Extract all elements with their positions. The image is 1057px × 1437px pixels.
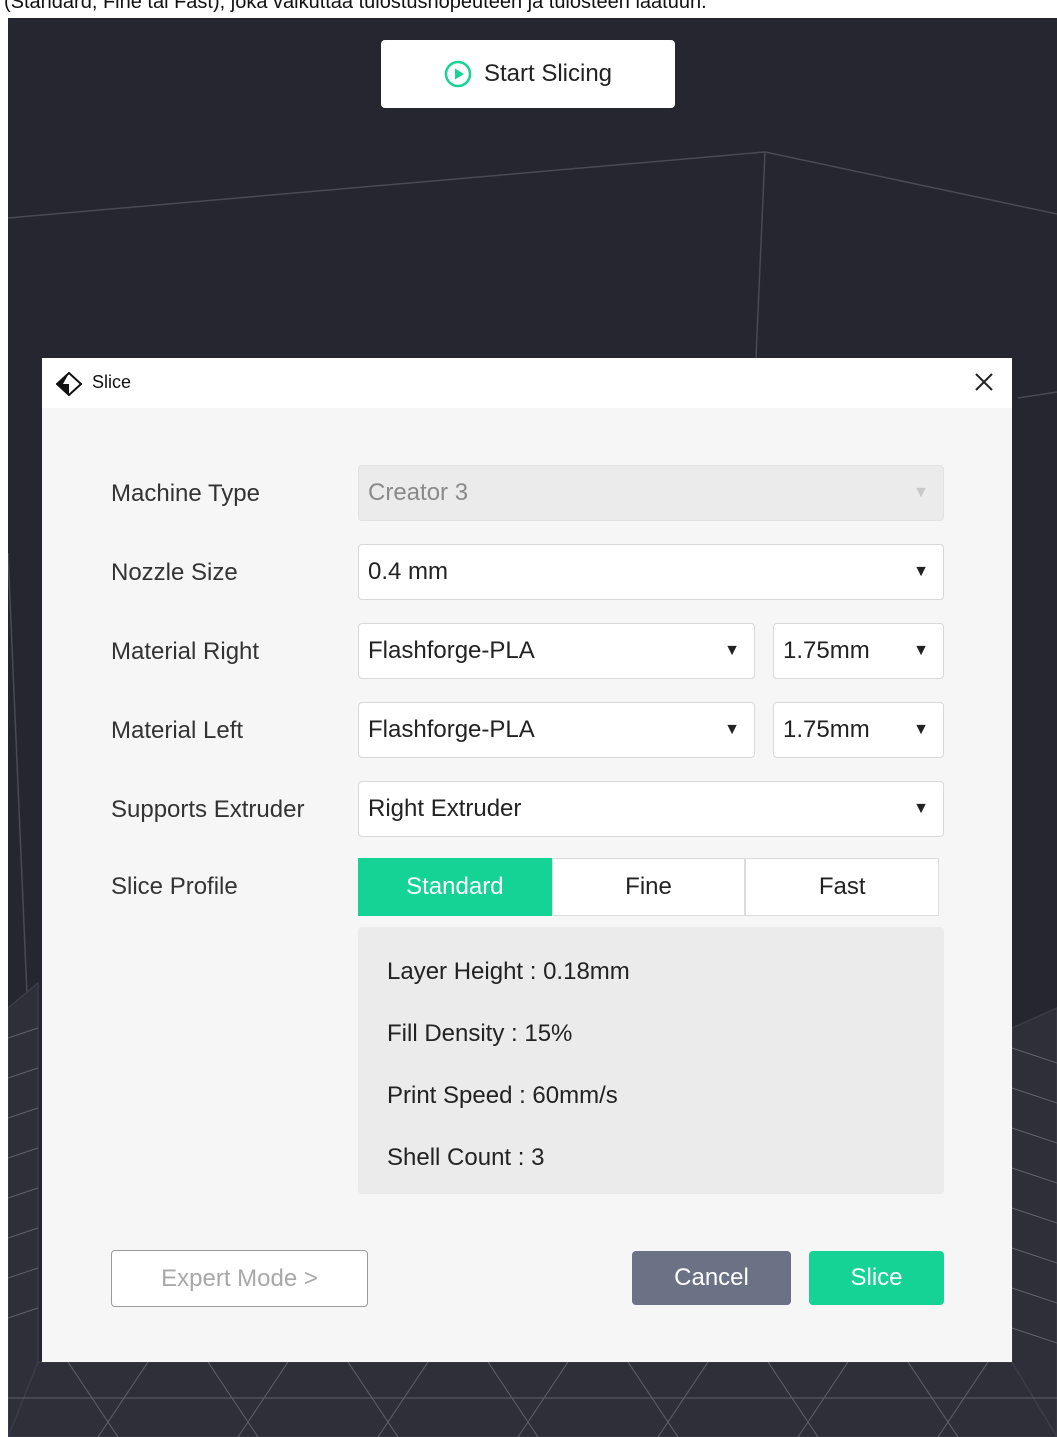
profile-option-fast[interactable]: Fast [745,858,940,916]
supports-extruder-select[interactable]: Right Extruder ▼ [358,781,944,837]
machine-type-label: Machine Type [111,480,260,507]
cancel-button[interactable]: Cancel [632,1251,791,1305]
chevron-down-icon: ▼ [913,800,929,817]
print-speed-text: Print Speed : 60mm/s [387,1082,618,1109]
close-icon[interactable] [970,368,998,396]
start-slicing-button[interactable]: Start Slicing [381,40,675,108]
play-circle-icon [444,60,472,88]
machine-type-select: Creator 3 ▼ [358,465,944,521]
chevron-down-icon: ▼ [724,642,740,659]
expert-mode-button[interactable]: Expert Mode > [111,1250,368,1307]
slice-dialog: Slice Machine Type Creator 3 ▼ Nozzle Si… [42,358,1012,1362]
start-slicing-label: Start Slicing [483,60,613,87]
nozzle-size-select[interactable]: 0.4 mm ▼ [358,544,944,600]
dialog-titlebar[interactable]: Slice [42,358,1012,408]
layer-height-text: Layer Height : 0.18mm [387,958,630,985]
profile-details-panel: Layer Height : 0.18mm Fill Density : 15%… [358,927,944,1194]
material-left-label: Material Left [111,717,244,744]
shell-count-text: Shell Count : 3 [387,1144,545,1171]
nozzle-size-label: Nozzle Size [111,559,238,586]
slice-button[interactable]: Slice [809,1251,944,1305]
dialog-title: Slice [92,372,132,392]
profile-option-standard[interactable]: Standard [358,858,552,916]
material-left-select[interactable]: Flashforge-PLA ▼ [358,702,755,758]
material-left-diameter-select[interactable]: 1.75mm ▼ [773,702,944,758]
slice-profile-label: Slice Profile [111,873,238,900]
slice-profile-segmented-control: Standard Fine Fast [358,858,940,916]
material-right-diameter-value: 1.75mm [783,637,870,664]
instruction-caption: (Standard, Fine tai Fast), joka vaikutta… [4,0,707,13]
nozzle-size-value: 0.4 mm [368,558,449,585]
chevron-down-icon: ▼ [913,563,929,580]
machine-type-value: Creator 3 [368,479,469,506]
fill-density-text: Fill Density : 15% [387,1020,573,1047]
material-right-value: Flashforge-PLA [368,637,535,664]
chevron-down-icon: ▼ [913,721,929,738]
material-right-label: Material Right [111,638,260,665]
material-left-diameter-value: 1.75mm [783,716,870,743]
chevron-down-icon: ▼ [913,642,929,659]
supports-extruder-value: Right Extruder [368,795,522,822]
chevron-down-icon: ▼ [724,721,740,738]
material-left-value: Flashforge-PLA [368,716,535,743]
flashforge-logo-icon [55,371,83,401]
chevron-down-icon: ▼ [913,484,929,501]
material-right-diameter-select[interactable]: 1.75mm ▼ [773,623,944,679]
material-right-select[interactable]: Flashforge-PLA ▼ [358,623,755,679]
profile-option-fine[interactable]: Fine [551,858,746,916]
supports-extruder-label: Supports Extruder [111,796,305,823]
